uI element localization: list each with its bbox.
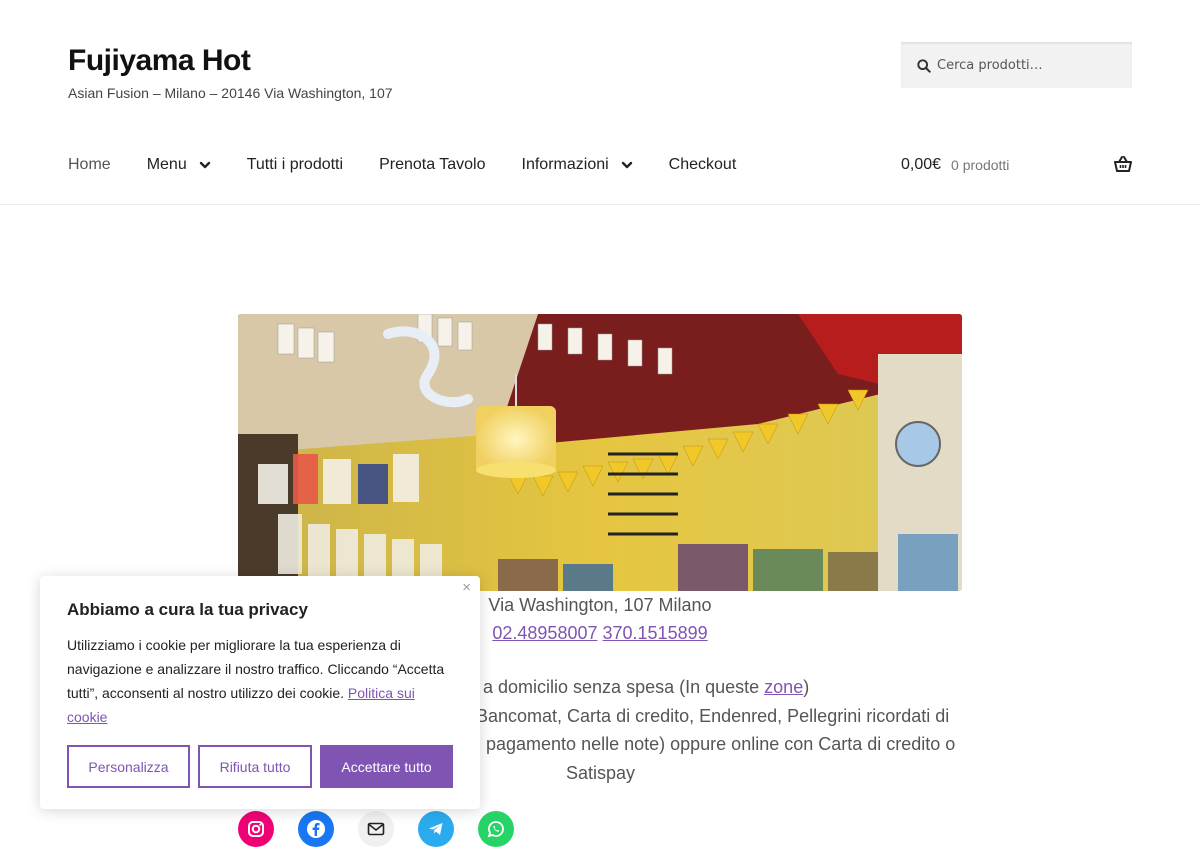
nav-item-info[interactable]: Informazioni [522, 156, 633, 174]
payment-info-line-1: Bancomat, Carta di credito, Endenred, Pe… [476, 706, 950, 726]
cookie-consent-banner: × Abbiamo a cura la tua privacy Utilizzi… [40, 576, 480, 809]
nav-item-label: Menu [146, 156, 187, 173]
cart-widget[interactable]: 0,00€ 0 prodotti [901, 155, 1132, 175]
nav-item-label: Home [68, 156, 111, 173]
delivery-text: a domicilio senza spesa (In queste [483, 677, 760, 697]
nav-item-label: Checkout [668, 156, 737, 173]
payment-info-line-2: pagamento nelle note) oppure online con … [486, 734, 956, 754]
nav-item-all-products[interactable]: Tutti i prodotti [247, 156, 343, 174]
close-icon[interactable]: × [462, 579, 471, 596]
basket-icon[interactable] [1114, 156, 1132, 172]
facebook-link[interactable] [298, 811, 334, 847]
search-icon [917, 58, 931, 73]
mail-icon [367, 822, 385, 836]
restaurant-interior-image [238, 314, 962, 591]
site-title[interactable]: Fujiyama Hot [68, 44, 251, 78]
search-box[interactable] [901, 42, 1132, 88]
delivery-zones-link[interactable]: zone [764, 677, 803, 697]
payment-info-line-3: Satispay [566, 763, 636, 783]
facebook-icon [307, 820, 325, 838]
instagram-icon [248, 821, 264, 837]
cookie-banner-title: Abbiamo a cura la tua privacy [67, 600, 308, 619]
nav-item-book-table[interactable]: Prenota Tavolo [379, 156, 485, 174]
phone-link-mobile[interactable]: 370.1515899 [603, 623, 708, 643]
chevron-down-icon [199, 161, 210, 169]
site-tagline: Asian Fusion – Milano – 20146 Via Washin… [68, 85, 393, 101]
site-header: Fujiyama Hot Asian Fusion – Milano – 201… [0, 0, 1200, 205]
nav-item-label: Informazioni [521, 156, 609, 173]
reject-all-button[interactable]: Rifiuta tutto [198, 745, 312, 788]
telegram-icon [429, 823, 443, 835]
delivery-close-paren: ) [803, 677, 810, 697]
whatsapp-link[interactable] [478, 811, 514, 847]
customize-button[interactable]: Personalizza [67, 745, 190, 788]
nav-item-checkout[interactable]: Checkout [669, 156, 737, 174]
nav-item-label: Tutti i prodotti [246, 156, 344, 173]
mail-link[interactable] [358, 811, 394, 847]
cart-amount: 0,00€ [901, 156, 942, 173]
whatsapp-icon [487, 821, 504, 838]
telegram-link[interactable] [418, 811, 454, 847]
chevron-down-icon [621, 161, 632, 169]
nav-item-home[interactable]: Home [68, 156, 111, 174]
nav-item-label: Prenota Tavolo [379, 156, 486, 173]
phone-link-landline[interactable]: 02.48958007 [492, 623, 597, 643]
search-input[interactable] [937, 58, 1127, 73]
instagram-link[interactable] [238, 811, 274, 847]
main-nav: Home Menu Tutti i prodotti Prenota Tavol… [68, 155, 772, 175]
nav-item-menu[interactable]: Menu [147, 156, 211, 174]
delivery-info: a domicilio senza spesa (In queste zone) [483, 677, 809, 698]
accept-all-button[interactable]: Accettare tutto [320, 745, 453, 788]
cart-count: 0 prodotti [951, 157, 1010, 173]
cookie-banner-text: Utilizziamo i cookie per migliorare la t… [67, 633, 457, 729]
